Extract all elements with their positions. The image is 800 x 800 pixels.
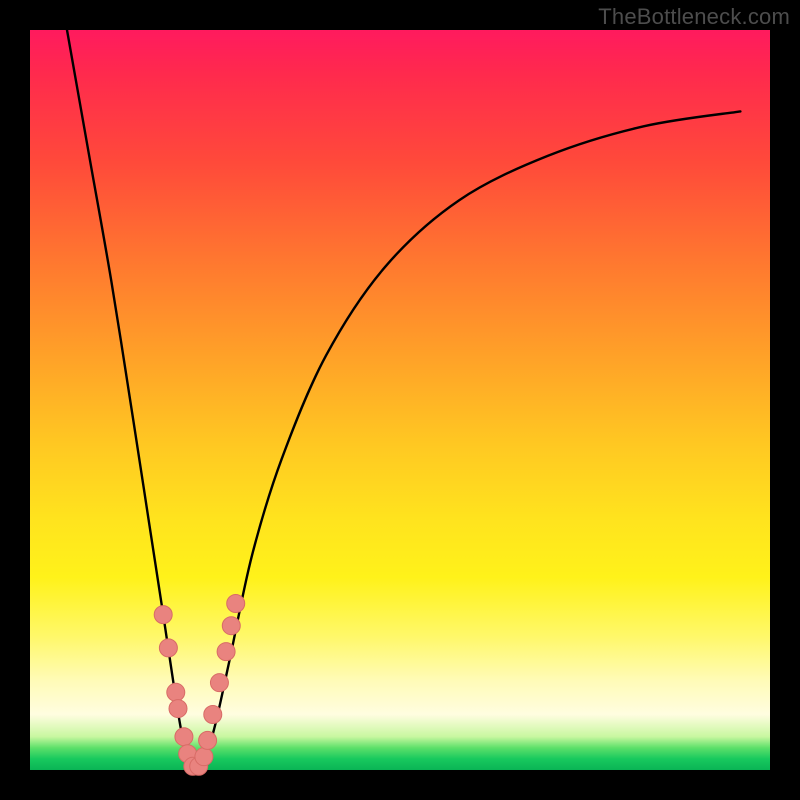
marker-dot (222, 617, 240, 635)
plot-area (30, 30, 770, 770)
marker-dot (204, 706, 222, 724)
marker-dot (169, 700, 187, 718)
marker-dot (195, 748, 213, 766)
marker-dot (175, 728, 193, 746)
bottleneck-curve (67, 30, 740, 770)
chart-svg (30, 30, 770, 770)
marker-dot (167, 683, 185, 701)
marker-dot (217, 643, 235, 661)
marker-dot (154, 606, 172, 624)
watermark-text: TheBottleneck.com (598, 4, 790, 30)
marker-dot (159, 639, 177, 657)
marker-dot (210, 674, 228, 692)
marker-dot (227, 595, 245, 613)
marker-dots-group (154, 595, 245, 776)
marker-dot (199, 731, 217, 749)
chart-stage: TheBottleneck.com (0, 0, 800, 800)
